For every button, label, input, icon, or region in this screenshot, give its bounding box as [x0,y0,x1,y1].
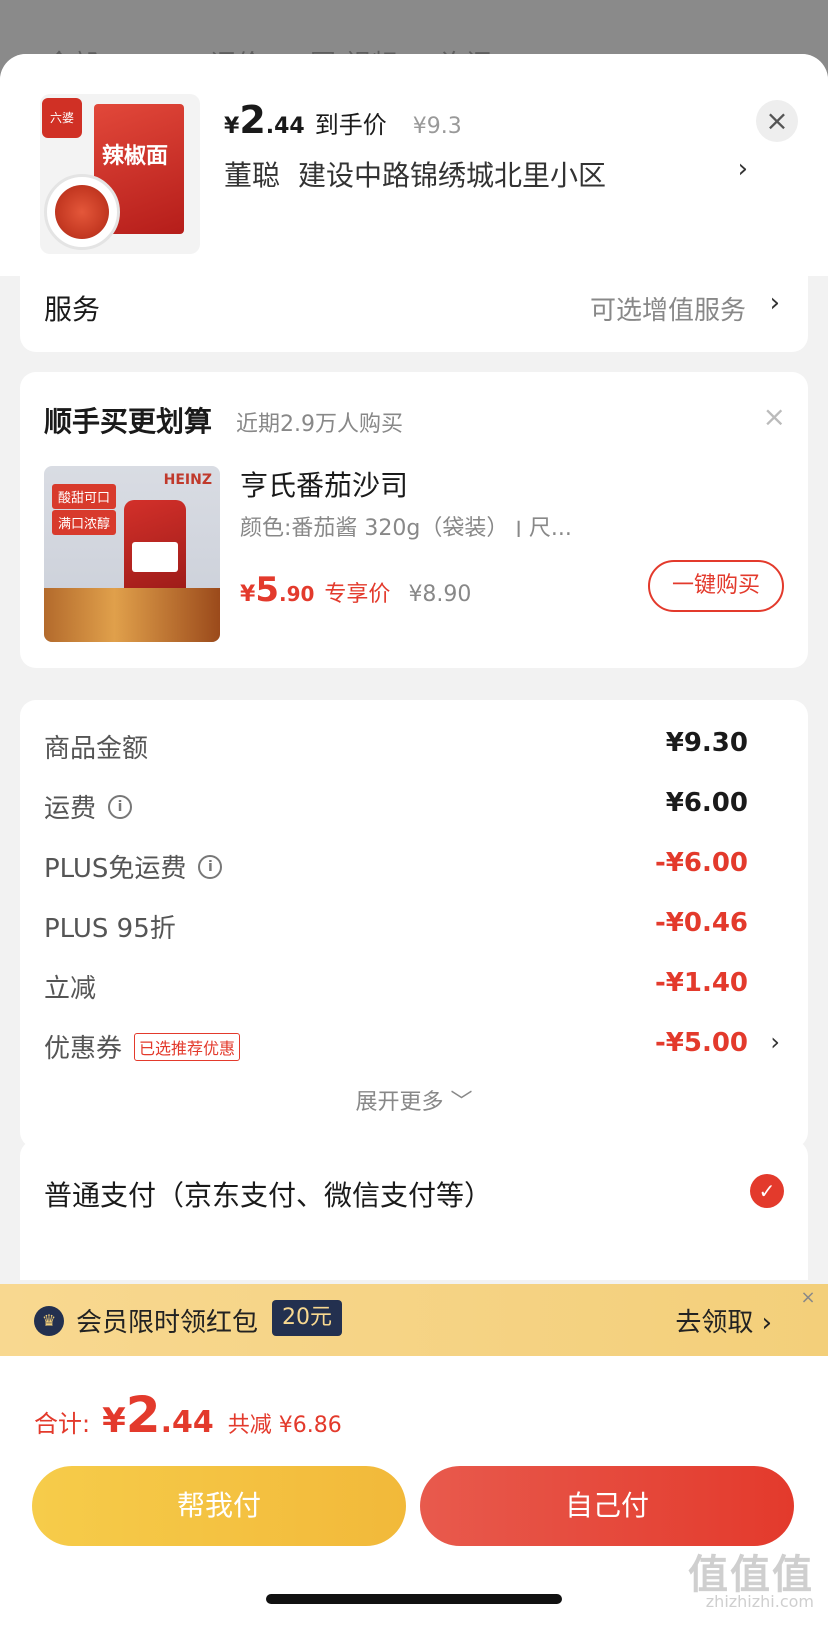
payment-method-label: 普通支付（京东支付、微信支付等） [44,1179,493,1212]
banner-text: 会员限时领红包 [76,1308,259,1338]
expand-more-button[interactable]: 展开更多 ﹀ [20,1084,808,1116]
checkout-sheet: 辣椒面 六婆 ¥ 2 .44 到手价 ¥9.3 董聪 建设中路锦绣城北里小区 ›… [0,54,828,1632]
shipping-row: 运费 i ¥6.00 [44,788,748,824]
one-click-buy-button[interactable]: 一键购买 [648,560,784,612]
plus-discount-row: PLUS 95折 -¥0.46 [44,908,748,944]
close-icon[interactable]: × [796,1286,820,1310]
check-icon[interactable]: ✓ [750,1174,784,1208]
shipping-label: 运费 [44,794,97,824]
info-icon[interactable]: i [198,854,223,879]
addon-image-tag: 酸甜可口 [52,484,117,509]
address-text: 建设中路锦绣城北里小区 [298,159,607,192]
addon-brand-mark: HEINZ [163,472,212,488]
total-label: 合计: [34,1410,91,1438]
addon-price: ¥ 5 .90 专享价 ¥8.90 [240,570,472,610]
final-price-label: 到手价 [314,111,387,139]
member-redpacket-banner[interactable]: ♛ 会员限时领红包 20元 去领取 › × [0,1284,828,1356]
instant-discount-row: 立减 -¥1.40 [44,968,748,1004]
addon-price-label: 专享价 [324,582,391,607]
coupon-label: 优惠券 [44,1034,123,1064]
chili-plate-image [44,174,120,250]
total-saved: 共减 ¥6.86 [227,1413,342,1438]
help-pay-button[interactable]: 帮我付 [32,1466,406,1546]
original-price: ¥9.3 [412,114,462,139]
addon-product-name[interactable]: 亨氏番茄沙司 [240,464,408,504]
home-indicator[interactable] [266,1594,562,1604]
addon-product-image[interactable]: 酸甜可口 满口浓醇 HEINZ [44,466,220,642]
checkout-footer: 合计: ¥ 2 .44 共减 ¥6.86 帮我付 自己付 值值值 zhizhiz… [0,1356,828,1632]
close-button[interactable]: × [756,100,798,142]
info-icon[interactable]: i [108,794,133,819]
price-breakdown-card: 商品金额 ¥9.30 运费 i ¥6.00 PLUS免运费 i -¥6.00 PLU… [20,700,808,1148]
product-thumbnail: 辣椒面 六婆 [40,94,200,254]
chevron-right-icon: › [769,288,780,318]
receiver-name: 董聪 [224,159,281,192]
self-pay-button[interactable]: 自己付 [420,1466,794,1546]
service-label: 服务 [44,293,101,326]
addon-image-tag: 满口浓醇 [52,510,117,535]
coupon-row[interactable]: 优惠券 已选推荐优惠 -¥5.00 [44,1028,748,1068]
coupon-badge: 已选推荐优惠 [134,1032,241,1061]
payment-method-card[interactable]: 普通支付（京东支付、微信支付等） ✓ [20,1140,808,1280]
claim-link[interactable]: 去领取 › [675,1302,772,1339]
chevron-right-icon[interactable]: › [770,1028,780,1056]
addon-product-spec[interactable]: 颜色:番茄酱 320g（袋装） ׀ 尺... [240,510,572,542]
addon-subtitle: 近期2.9万人购买 [236,412,403,437]
banner-amount-badge: 20元 [272,1300,342,1336]
product-bag-text: 辣椒面 [102,144,169,169]
plus-free-shipping-label: PLUS免运费 [44,854,187,884]
addon-title: 顺手买更划算 [44,405,213,438]
service-value: 可选增值服务 [589,296,746,326]
product-header: 辣椒面 六婆 ¥ 2 .44 到手价 ¥9.3 董聪 建设中路锦绣城北里小区 ›… [0,54,828,276]
addon-original-price: ¥8.90 [408,582,472,607]
goods-amount-row: 商品金额 ¥9.30 [44,728,748,764]
delivery-address[interactable]: 董聪 建设中路锦绣城北里小区 [224,154,606,194]
service-row[interactable]: 服务 可选增值服务 › [20,266,808,352]
food-image [44,588,220,642]
total-amount: 合计: ¥ 2 .44 共减 ¥6.86 [34,1386,342,1444]
brand-logo: 六婆 [42,98,82,138]
plus-free-shipping-row: PLUS免运费 i -¥6.00 [44,848,748,884]
watermark-url: zhizhizhi.com [705,1592,814,1611]
crown-icon: ♛ [34,1306,64,1336]
addon-recommendation-card: 顺手买更划算 近期2.9万人购买 × 酸甜可口 满口浓醇 HEINZ 亨氏番茄沙… [20,372,808,668]
close-icon[interactable]: × [763,400,786,433]
final-price: ¥ 2 .44 到手价 ¥9.3 [224,98,462,142]
chevron-right-icon[interactable]: › [738,154,748,184]
